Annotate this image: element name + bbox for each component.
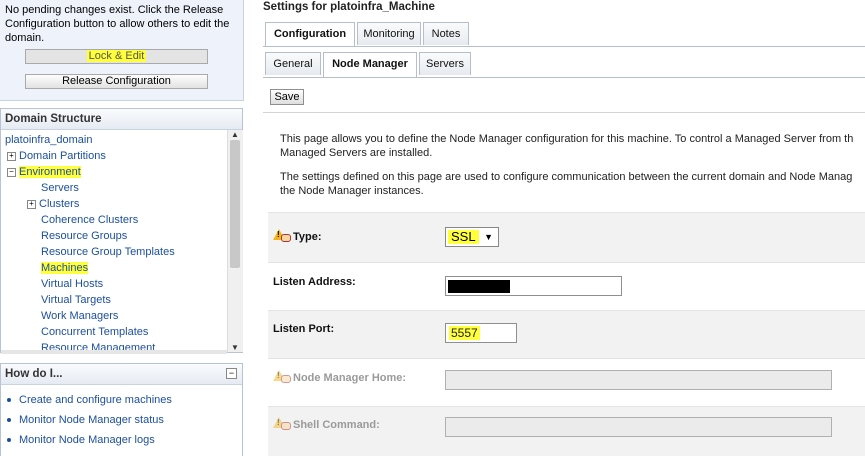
type-select[interactable]: SSL ▼ <box>445 227 499 247</box>
tree-item[interactable]: Machines <box>41 260 89 276</box>
nm-home-label: Node Manager Home: <box>273 370 406 384</box>
how-do-i-link[interactable]: Monitor Node Manager logs <box>7 430 172 450</box>
tree-item-label: Coherence Clusters <box>41 214 139 226</box>
page-title: Settings for platoinfra_Machine <box>263 1 435 13</box>
how-do-i-title: How do I... <box>1 364 242 385</box>
tree-item-label: Virtual Targets <box>41 294 111 306</box>
tree-item-label: Virtual Hosts <box>41 278 104 290</box>
tree-item-label: Servers <box>41 182 79 194</box>
redacted-address <box>448 280 510 293</box>
tree-item-label: Machines <box>41 262 89 274</box>
restart-warning-icon <box>273 229 291 242</box>
description-line: The settings defined on this page are us… <box>280 171 853 183</box>
chevron-down-icon[interactable]: ▼ <box>484 232 493 242</box>
how-do-i-panel: How do I... − Create and configure machi… <box>0 363 243 456</box>
subtab-servers[interactable]: Servers <box>419 52 471 75</box>
tree-item[interactable]: − Environment <box>7 164 81 180</box>
tree-vertical-scrollbar[interactable]: ▲ ▼ <box>227 130 243 352</box>
page-description: This page allows you to define the Node … <box>280 132 865 208</box>
listen-address-row: Listen Address: <box>268 262 865 310</box>
tree-horizontal-scrollbar[interactable] <box>1 350 227 354</box>
tree-item[interactable]: Resource Groups <box>41 228 127 244</box>
listen-port-input[interactable]: 5557 <box>445 323 517 343</box>
tree-item[interactable]: Coherence Clusters <box>41 212 138 228</box>
tab-monitoring[interactable]: Monitoring <box>357 22 421 45</box>
change-center-message: No pending changes exist. Click the Rele… <box>5 4 230 44</box>
tree-item[interactable]: Virtual Targets <box>41 292 111 308</box>
tree-item-label: Concurrent Templates <box>41 326 149 338</box>
domain-tree: platoinfra_domain + Domain Partitions − Envi… <box>1 130 227 352</box>
tree-item[interactable]: Virtual Hosts <box>41 276 103 292</box>
type-select-value: SSL <box>448 230 479 244</box>
description-line: the Node Manager instances. <box>280 185 424 197</box>
tree-item[interactable]: + Clusters <box>27 196 79 212</box>
description-line: Managed Servers are installed. <box>280 147 433 159</box>
expand-icon[interactable]: + <box>27 200 36 209</box>
type-row: Type: SSL ▼ <box>268 212 865 262</box>
lock-edit-button[interactable]: Lock & Edit <box>25 49 208 64</box>
tree-item-label: Resource Group Templates <box>41 246 175 258</box>
restart-warning-icon <box>273 417 291 430</box>
scroll-down-icon[interactable]: ▼ <box>231 343 239 352</box>
tree-item[interactable]: Concurrent Templates <box>41 324 148 340</box>
lock-edit-label: Lock & Edit <box>86 50 147 62</box>
tree-item[interactable]: Resource Group Templates <box>41 244 175 260</box>
domain-structure-title: Domain Structure <box>1 109 242 130</box>
listen-port-value: 5557 <box>449 326 480 340</box>
tree-item-label: Environment <box>19 166 81 178</box>
listen-port-row: Listen Port: 5557 <box>268 310 865 358</box>
nm-home-row: Node Manager Home: <box>268 358 865 406</box>
tree-item-label: Work Managers <box>41 310 119 322</box>
description-line: This page allows you to define the Node … <box>280 133 854 145</box>
tree-item-label: Domain Partitions <box>19 150 106 162</box>
tree-item-label: Clusters <box>39 198 80 210</box>
subtab-general[interactable]: General <box>265 52 321 75</box>
shell-command-label: Shell Command: <box>273 417 380 431</box>
tree-item-label: platoinfra_domain <box>5 134 93 146</box>
tab-divider <box>263 46 865 47</box>
tree-item[interactable]: + Domain Partitions <box>7 148 106 164</box>
tree-item-label: Resource Groups <box>41 230 128 242</box>
shell-command-input[interactable] <box>445 417 832 437</box>
subtab-node-manager[interactable]: Node Manager <box>323 52 417 77</box>
tree-item[interactable]: Servers <box>41 180 79 196</box>
collapse-icon[interactable]: − <box>226 368 237 379</box>
expand-icon[interactable]: + <box>7 152 16 161</box>
scrollbar-thumb[interactable] <box>230 140 240 268</box>
type-label: Type: <box>273 229 322 243</box>
nm-home-input[interactable] <box>445 370 832 390</box>
restart-warning-icon <box>273 370 291 383</box>
listen-address-label: Listen Address: <box>273 276 356 288</box>
listen-port-label: Listen Port: <box>273 323 335 335</box>
shell-command-row: Shell Command: <box>268 406 865 456</box>
domain-structure-panel: Domain Structure platoinfra_domain + Domai… <box>0 108 243 354</box>
shell-command-label-text: Shell Command: <box>293 419 380 431</box>
collapse-icon[interactable]: − <box>7 168 16 177</box>
type-label-text: Type: <box>293 231 322 243</box>
divider <box>263 112 865 113</box>
tab-notes[interactable]: Notes <box>423 22 469 45</box>
tree-item[interactable]: platoinfra_domain <box>5 132 92 148</box>
how-do-i-link[interactable]: Monitor Node Manager status <box>7 410 172 430</box>
tree-item[interactable]: Work Managers <box>41 308 118 324</box>
how-do-i-list: Create and configure machines Monitor No… <box>1 390 172 450</box>
subtab-divider <box>263 77 865 78</box>
nm-home-label-text: Node Manager Home: <box>293 372 407 384</box>
tab-configuration[interactable]: Configuration <box>265 22 355 47</box>
release-configuration-button[interactable]: Release Configuration <box>25 74 208 89</box>
change-center-panel: No pending changes exist. Click the Rele… <box>0 0 244 101</box>
save-button[interactable]: Save <box>270 89 304 105</box>
scroll-up-icon[interactable]: ▲ <box>231 130 239 139</box>
how-do-i-link[interactable]: Create and configure machines <box>7 390 172 410</box>
listen-address-input[interactable] <box>445 276 622 296</box>
